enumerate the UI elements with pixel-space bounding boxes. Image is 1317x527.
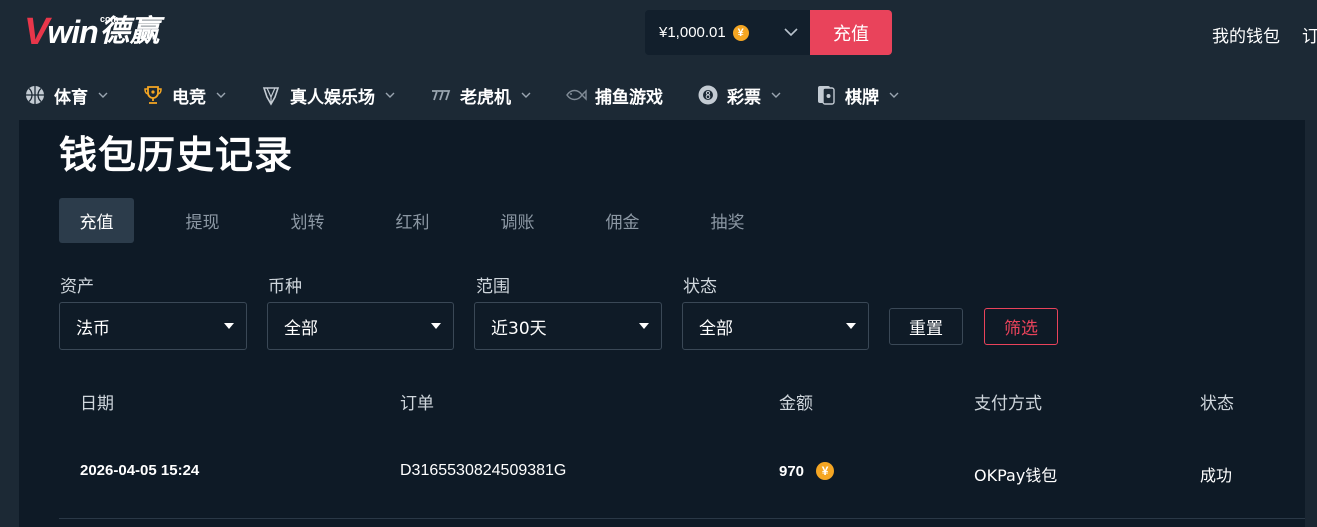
nav-label: 老虎机: [460, 87, 511, 108]
status-select-value: 全部: [699, 318, 733, 339]
column-header-order: 订单: [400, 394, 434, 414]
chevron-down-icon: [889, 92, 899, 98]
logo-v: V: [24, 11, 49, 53]
deposit-button[interactable]: 充值: [810, 10, 892, 55]
nav-label: 真人娱乐场: [290, 87, 375, 108]
nav-label: 捕鱼游戏: [595, 87, 663, 108]
caret-down-icon: [846, 323, 856, 329]
site-logo[interactable]: V win com 德赢: [24, 12, 160, 52]
range-select[interactable]: 近30天: [474, 302, 662, 350]
tab-lucky-draw[interactable]: 抽奖: [690, 198, 765, 243]
cny-coin-icon: ¥: [816, 462, 835, 480]
balance-amount: ¥1,000.01: [659, 24, 726, 41]
asset-select[interactable]: 法币: [59, 302, 247, 350]
nav-item-sports[interactable]: 体育: [24, 75, 110, 115]
caret-down-icon: [431, 323, 441, 329]
nav-item-fishing[interactable]: 捕鱼游戏: [565, 75, 663, 115]
caret-down-icon: [639, 323, 649, 329]
tab-adjustment[interactable]: 调账: [480, 198, 555, 243]
orders-link[interactable]: 订: [1302, 22, 1317, 47]
row-payment-method: OKPay钱包: [974, 466, 1058, 485]
trophy-icon: [142, 84, 164, 106]
reset-button[interactable]: 重置: [889, 308, 963, 345]
asset-select-value: 法币: [76, 318, 110, 339]
row-amount: 970: [779, 462, 805, 480]
status-select[interactable]: 全部: [682, 302, 869, 350]
logo-win: win: [47, 14, 98, 50]
tab-transfer[interactable]: 划转: [270, 198, 345, 243]
nav-item-esports[interactable]: 电竞: [142, 75, 228, 115]
nav-item-live-casino[interactable]: 真人娱乐场: [260, 75, 397, 115]
currency-select[interactable]: 全部: [267, 302, 454, 350]
chevron-down-icon: [385, 92, 395, 98]
diamond-icon: [260, 84, 282, 106]
chevron-down-icon: [521, 92, 531, 98]
nav-item-lottery[interactable]: 彩票: [697, 75, 783, 115]
column-header-status: 状态: [1200, 394, 1234, 414]
top-header: V win com 德赢 ¥1,000.01 ¥ 充值 我的钱包 订 体育 电竞: [0, 0, 1317, 120]
currency-filter-label: 币种: [268, 277, 302, 297]
filter-button[interactable]: 筛选: [984, 308, 1058, 345]
nav-label: 电竞: [172, 87, 206, 108]
fish-icon: [565, 84, 587, 106]
row-order-id[interactable]: D3165530824509381G: [400, 462, 566, 480]
range-filter-label: 范围: [476, 277, 510, 297]
table-row: [59, 432, 1305, 519]
currency-select-value: 全部: [284, 318, 318, 339]
nav-label: 彩票: [727, 87, 761, 108]
caret-down-icon: [224, 323, 234, 329]
cards-icon: [815, 84, 837, 106]
row-status: 成功: [1200, 466, 1233, 485]
left-sidebar-edge: [0, 120, 19, 527]
asset-filter-label: 资产: [60, 277, 94, 297]
balance-dropdown[interactable]: ¥1,000.01 ¥: [645, 10, 810, 55]
nav-label: 体育: [54, 87, 88, 108]
tab-withdraw[interactable]: 提现: [165, 198, 240, 243]
basketball-icon: [24, 84, 46, 106]
nav-item-slots[interactable]: 老虎机: [430, 75, 533, 115]
page-title: 钱包历史记录: [59, 133, 294, 177]
tab-bonus[interactable]: 红利: [375, 198, 450, 243]
range-select-value: 近30天: [491, 318, 547, 339]
lottery-ball-icon: [697, 84, 719, 106]
right-panel-edge: [1305, 120, 1317, 527]
nav-item-chess-cards[interactable]: 棋牌: [815, 75, 901, 115]
logo-com: com: [100, 14, 119, 24]
tab-commission[interactable]: 佣金: [585, 198, 660, 243]
tab-deposit[interactable]: 充值: [59, 198, 134, 243]
slot-777-icon: [430, 84, 452, 106]
column-header-amount: 金额: [779, 394, 813, 414]
nav-label: 棋牌: [845, 87, 879, 108]
chevron-down-icon: [771, 92, 781, 98]
column-header-date: 日期: [80, 394, 114, 414]
status-filter-label: 状态: [683, 277, 717, 297]
my-wallet-link[interactable]: 我的钱包: [1212, 22, 1280, 47]
chevron-down-icon: [216, 92, 226, 98]
chevron-down-icon: [784, 28, 798, 37]
row-date: 2026-04-05 15:24: [80, 462, 200, 479]
cny-coin-icon: ¥: [732, 24, 749, 41]
column-header-payment: 支付方式: [974, 394, 1042, 414]
row-amount-cell: 970 ¥: [779, 462, 835, 480]
chevron-down-icon: [98, 92, 108, 98]
